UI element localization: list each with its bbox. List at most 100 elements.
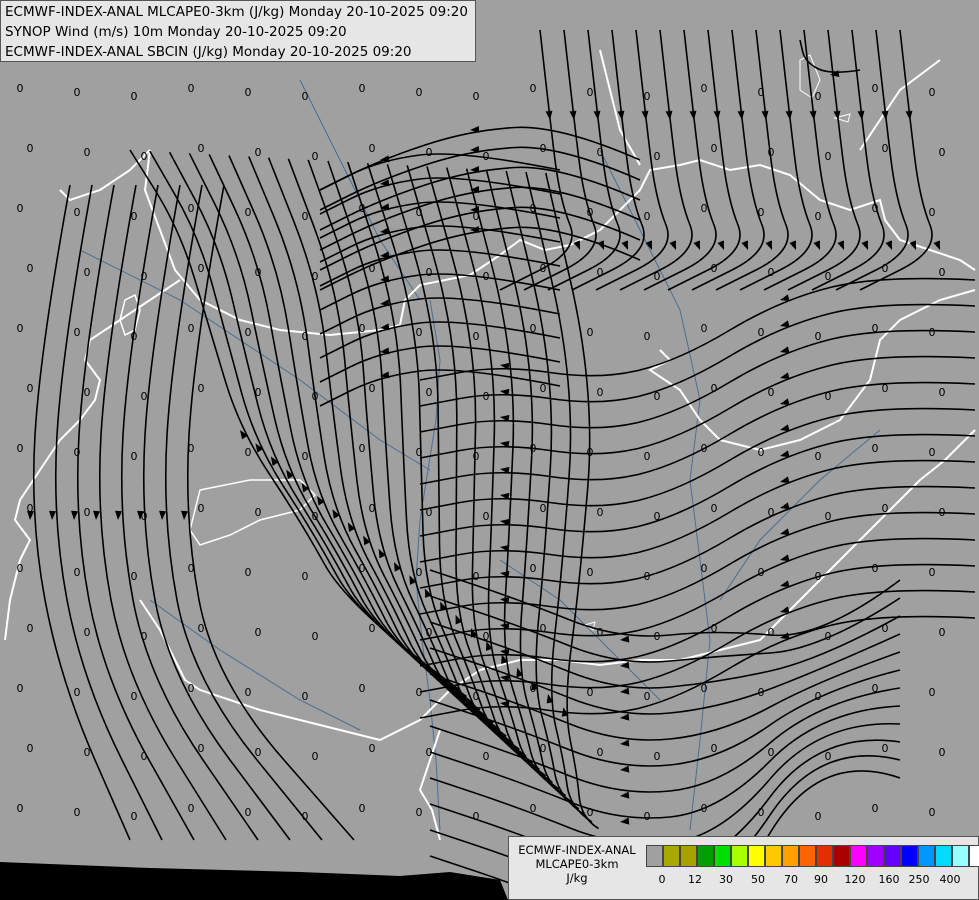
cin-value-label: 0 — [245, 806, 252, 819]
cin-value-label: 0 — [416, 446, 423, 459]
cin-value-label: 0 — [711, 382, 718, 395]
cin-value-label: 0 — [359, 202, 366, 215]
cin-value-label: 0 — [530, 202, 537, 215]
cin-value-label: 0 — [872, 82, 879, 95]
legend-tick-label: 12 — [688, 873, 702, 886]
cin-value-label: 0 — [302, 690, 309, 703]
cin-value-label: 0 — [131, 210, 138, 223]
cin-value-label: 0 — [131, 570, 138, 583]
cin-value-label: 0 — [198, 622, 205, 635]
cin-value-label: 0 — [369, 622, 376, 635]
cin-value-label: 0 — [369, 502, 376, 515]
cin-value-label: 0 — [654, 750, 661, 763]
cin-value-label: 0 — [939, 266, 946, 279]
cin-value-label: 0 — [255, 386, 262, 399]
legend-swatch — [850, 845, 867, 867]
cin-value-label: 0 — [929, 806, 936, 819]
cin-value-label: 0 — [245, 446, 252, 459]
map-title-box: ECMWF-INDEX-ANAL MLCAPE0-3km (J/kg) Mond… — [0, 0, 476, 62]
cin-value-label: 0 — [768, 506, 775, 519]
cin-value-label: 0 — [359, 82, 366, 95]
cin-value-label: 0 — [473, 330, 480, 343]
cin-value-label: 0 — [84, 146, 91, 159]
cin-value-label: 0 — [369, 262, 376, 275]
cin-value-label: 0 — [939, 746, 946, 759]
cin-value-label: 0 — [587, 206, 594, 219]
cin-value-label: 0 — [426, 626, 433, 639]
cin-value-label: 0 — [939, 146, 946, 159]
cin-value-label: 0 — [597, 386, 604, 399]
legend-tick-label: 250 — [908, 873, 930, 886]
cin-value-label: 0 — [711, 502, 718, 515]
cin-value-label: 0 — [701, 202, 708, 215]
legend-swatch — [952, 845, 969, 867]
cin-value-label: 0 — [929, 206, 936, 219]
cin-value-label: 0 — [426, 386, 433, 399]
legend-swatch — [833, 845, 850, 867]
cin-value-label: 0 — [416, 86, 423, 99]
cin-value-label: 0 — [815, 570, 822, 583]
cin-value-label: 0 — [872, 802, 879, 815]
cin-value-label: 0 — [312, 150, 319, 163]
cin-value-label: 0 — [872, 202, 879, 215]
legend-swatch — [867, 845, 884, 867]
cin-value-label: 0 — [84, 386, 91, 399]
cin-value-label: 0 — [597, 266, 604, 279]
legend-swatch — [816, 845, 833, 867]
cin-value-label: 0 — [815, 90, 822, 103]
cin-value-label: 0 — [587, 806, 594, 819]
cin-value-label: 0 — [530, 322, 537, 335]
cin-value-label: 0 — [312, 750, 319, 763]
legend-ticks: 0 12 30 50 70 90 120 160 250 400 — [646, 873, 976, 889]
cin-value-label: 0 — [540, 742, 547, 755]
cin-value-label: 0 — [141, 270, 148, 283]
cin-value-label: 0 — [473, 690, 480, 703]
cin-value-label: 0 — [74, 566, 81, 579]
cin-value-label: 0 — [711, 742, 718, 755]
cin-value-label: 0 — [882, 502, 889, 515]
cin-value-label: 0 — [84, 746, 91, 759]
cin-value-label: 0 — [939, 386, 946, 399]
cin-value-label: 0 — [597, 146, 604, 159]
cin-value-label: 0 — [416, 206, 423, 219]
cin-value-label: 0 — [27, 262, 34, 275]
cin-value-label: 0 — [426, 146, 433, 159]
cin-value-label: 0 — [815, 810, 822, 823]
cin-value-label: 0 — [654, 150, 661, 163]
cin-value-label: 0 — [245, 206, 252, 219]
cin-value-label: 0 — [758, 86, 765, 99]
legend-swatch — [765, 845, 782, 867]
cin-value-label: 0 — [27, 382, 34, 395]
cin-value-label: 0 — [825, 390, 832, 403]
cin-value-label: 0 — [17, 82, 24, 95]
title-line-wind: SYNOP Wind (m/s) 10m Monday 20-10-2025 0… — [5, 24, 347, 40]
cin-value-label: 0 — [359, 802, 366, 815]
cin-value-label: 0 — [131, 810, 138, 823]
weather-map: 0 0 0 0 0 0 0 0 0 0 0 0 0 0 0 0 0 0 0 0 0 0 0 0 0 0 0 0 0 0 0 0 0 0 0 0 0 0 0 0… — [0, 0, 979, 900]
legend-swatch — [731, 845, 748, 867]
cin-value-label: 0 — [530, 562, 537, 575]
cin-value-label: 0 — [929, 566, 936, 579]
cin-value-label: 0 — [654, 630, 661, 643]
cin-value-label: 0 — [84, 266, 91, 279]
cin-value-label: 0 — [74, 86, 81, 99]
cin-value-label: 0 — [587, 326, 594, 339]
cin-value-label: 0 — [768, 626, 775, 639]
cin-value-label: 0 — [74, 446, 81, 459]
cin-value-label: 0 — [530, 802, 537, 815]
cin-value-label: 0 — [587, 86, 594, 99]
cin-value-label: 0 — [302, 570, 309, 583]
legend-swatch — [663, 845, 680, 867]
cin-value-label: 0 — [654, 390, 661, 403]
cin-value-label: 0 — [825, 270, 832, 283]
cin-value-label: 0 — [882, 142, 889, 155]
cin-value-label: 0 — [131, 690, 138, 703]
cin-value-label: 0 — [369, 142, 376, 155]
legend-swatch — [918, 845, 935, 867]
cin-value-label: 0 — [711, 142, 718, 155]
legend-swatch — [782, 845, 799, 867]
cin-value-label: 0 — [245, 686, 252, 699]
cin-value-label: 0 — [530, 82, 537, 95]
cin-value-label: 0 — [245, 326, 252, 339]
cin-value-label: 0 — [27, 622, 34, 635]
